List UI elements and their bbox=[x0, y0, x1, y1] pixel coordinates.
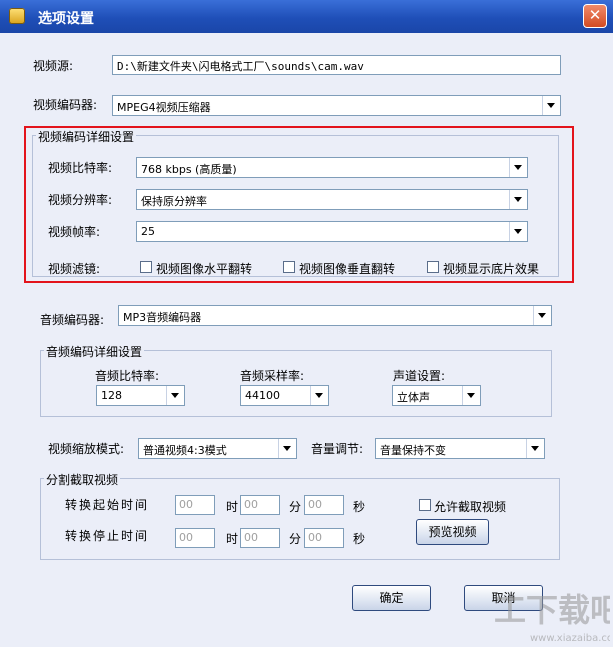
end-hour-input[interactable]: 00 bbox=[175, 528, 215, 548]
ok-button[interactable]: 确定 bbox=[352, 585, 431, 611]
options-dialog: 选项设置 ✕ 视频源: D:\新建文件夹\闪电格式工厂\sounds\cam.w… bbox=[0, 0, 613, 647]
audio-samplerate-select[interactable]: 44100 bbox=[240, 385, 329, 406]
audio-encoding-group-title: 音频编码详细设置 bbox=[44, 343, 145, 360]
video-encoder-label: 视频编码器: bbox=[33, 98, 98, 112]
dropdown-arrow-icon[interactable] bbox=[166, 386, 184, 405]
dropdown-arrow-icon[interactable] bbox=[310, 386, 328, 405]
start-minute-input[interactable]: 00 bbox=[240, 495, 280, 515]
start-second-unit: 秒 bbox=[353, 500, 366, 514]
scaling-mode-select[interactable]: 普通视频4:3模式 bbox=[138, 438, 297, 459]
video-source-label: 视频源: bbox=[33, 59, 74, 73]
app-icon bbox=[9, 8, 25, 24]
channel-label: 声道设置: bbox=[393, 369, 446, 383]
start-minute-unit: 分 bbox=[289, 500, 302, 514]
end-minute-unit: 分 bbox=[289, 532, 302, 546]
end-second-input[interactable]: 00 bbox=[304, 528, 344, 548]
volume-value: 音量保持不变 bbox=[380, 444, 446, 457]
svg-text:工下载吧: 工下载吧 bbox=[494, 591, 610, 629]
close-button[interactable]: ✕ bbox=[583, 4, 607, 28]
audio-bitrate-select[interactable]: 128 bbox=[96, 385, 185, 406]
video-source-field[interactable]: D:\新建文件夹\闪电格式工厂\sounds\cam.wav bbox=[112, 55, 561, 75]
dropdown-arrow-icon[interactable] bbox=[542, 96, 560, 115]
video-encoder-select[interactable]: MPEG4视频压缩器 bbox=[112, 95, 561, 116]
scaling-mode-label: 视频缩放模式: bbox=[48, 442, 125, 456]
dropdown-arrow-icon[interactable] bbox=[278, 439, 296, 458]
dropdown-arrow-icon[interactable] bbox=[526, 439, 544, 458]
dropdown-arrow-icon[interactable] bbox=[462, 386, 480, 405]
end-second-unit: 秒 bbox=[353, 532, 366, 546]
channel-select[interactable]: 立体声 bbox=[392, 385, 481, 406]
svg-text:www.xiazaiba.com: www.xiazaiba.com bbox=[530, 633, 610, 644]
highlight-box bbox=[24, 126, 574, 283]
scaling-mode-value: 普通视频4:3模式 bbox=[143, 444, 227, 457]
start-hour-unit: 时 bbox=[226, 500, 239, 514]
allow-split-label: 允许截取视频 bbox=[434, 500, 507, 514]
start-hour-input[interactable]: 00 bbox=[175, 495, 215, 515]
allow-split-checkbox[interactable] bbox=[419, 499, 431, 511]
start-time-label: 转换起始时间 bbox=[65, 498, 150, 512]
start-second-input[interactable]: 00 bbox=[304, 495, 344, 515]
dropdown-arrow-icon[interactable] bbox=[533, 306, 551, 325]
end-hour-unit: 时 bbox=[226, 532, 239, 546]
volume-select[interactable]: 音量保持不变 bbox=[375, 438, 545, 459]
volume-label: 音量调节: bbox=[311, 442, 364, 456]
audio-encoder-label: 音频编码器: bbox=[40, 313, 105, 327]
end-minute-input[interactable]: 00 bbox=[240, 528, 280, 548]
audio-samplerate-label: 音频采样率: bbox=[240, 369, 305, 383]
audio-encoder-value: MP3音频编码器 bbox=[123, 311, 202, 324]
audio-bitrate-label: 音频比特率: bbox=[95, 369, 160, 383]
window-title: 选项设置 bbox=[38, 11, 94, 27]
end-time-label: 转换停止时间 bbox=[65, 529, 150, 543]
audio-samplerate-value: 44100 bbox=[245, 389, 280, 402]
audio-bitrate-value: 128 bbox=[101, 389, 122, 402]
audio-encoder-select[interactable]: MP3音频编码器 bbox=[118, 305, 552, 326]
preview-video-button[interactable]: 预览视频 bbox=[416, 519, 489, 545]
split-group-title: 分割截取视频 bbox=[44, 471, 121, 488]
channel-value: 立体声 bbox=[397, 391, 430, 404]
title-bar[interactable]: 选项设置 ✕ bbox=[0, 0, 613, 33]
watermark-logo: 工下载吧 www.xiazaiba.com bbox=[492, 585, 613, 645]
watermark-graphic: 工下载吧 www.xiazaiba.com bbox=[494, 591, 613, 644]
video-encoder-value: MPEG4视频压缩器 bbox=[117, 101, 211, 114]
